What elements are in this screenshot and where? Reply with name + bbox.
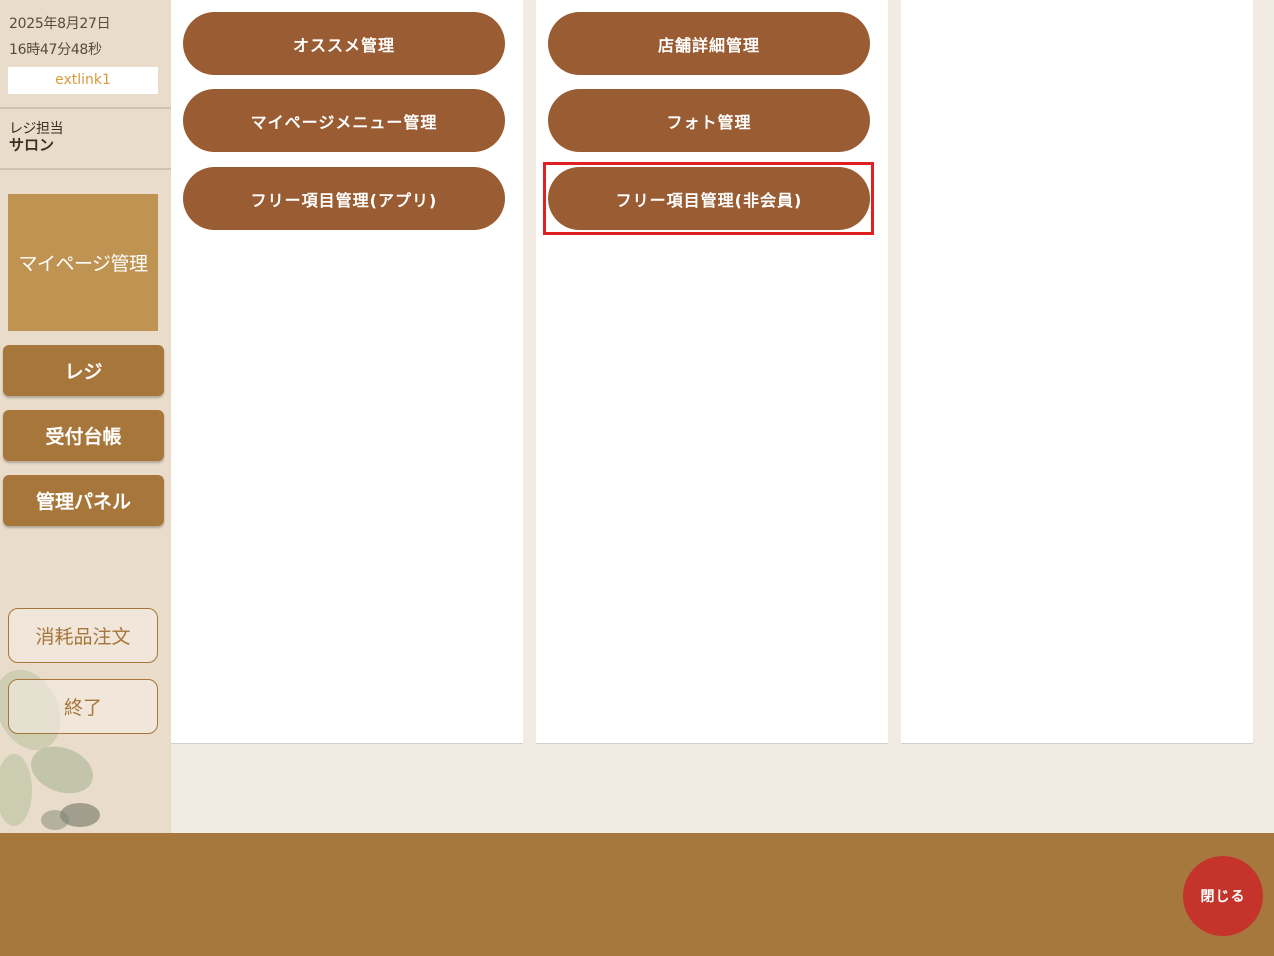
menu-column-3	[901, 0, 1253, 744]
store-detail-management-button[interactable]: 店舗詳細管理	[548, 12, 870, 75]
close-button[interactable]: 閉じる	[1183, 856, 1263, 936]
leaf-decoration-icon	[0, 669, 100, 830]
mypage-management-button[interactable]: マイページ管理	[8, 194, 158, 331]
staff-name: サロン	[9, 136, 55, 154]
menu-column-2: 店舗詳細管理 フォト管理 フリー項目管理(非会員)	[536, 0, 888, 744]
staff-label: レジ担当	[9, 121, 64, 137]
divider	[0, 168, 171, 170]
exit-button[interactable]: 終了	[8, 679, 158, 734]
admin-panel-button[interactable]: 管理パネル	[3, 475, 164, 526]
recommend-management-button[interactable]: オススメ管理	[183, 12, 505, 75]
divider	[0, 107, 171, 109]
consumables-order-button[interactable]: 消耗品注文	[8, 608, 158, 663]
sidebar: 2025年8月27日 16時47分48秒 extlink1 レジ担当 サロン マ…	[0, 0, 171, 833]
mypage-menu-management-button[interactable]: マイページメニュー管理	[183, 89, 505, 152]
footer-bar	[0, 833, 1274, 956]
current-date: 2025年8月27日	[9, 16, 111, 32]
register-button[interactable]: レジ	[3, 345, 164, 396]
current-time: 16時47分48秒	[9, 42, 102, 58]
account-link[interactable]: extlink1	[8, 67, 158, 94]
menu-column-1: オススメ管理 マイページメニュー管理 フリー項目管理(アプリ)	[171, 0, 523, 744]
photo-management-button[interactable]: フォト管理	[548, 89, 870, 152]
free-item-app-management-button[interactable]: フリー項目管理(アプリ)	[183, 167, 505, 230]
selection-highlight	[543, 162, 874, 235]
reception-ledger-button[interactable]: 受付台帳	[3, 410, 164, 461]
